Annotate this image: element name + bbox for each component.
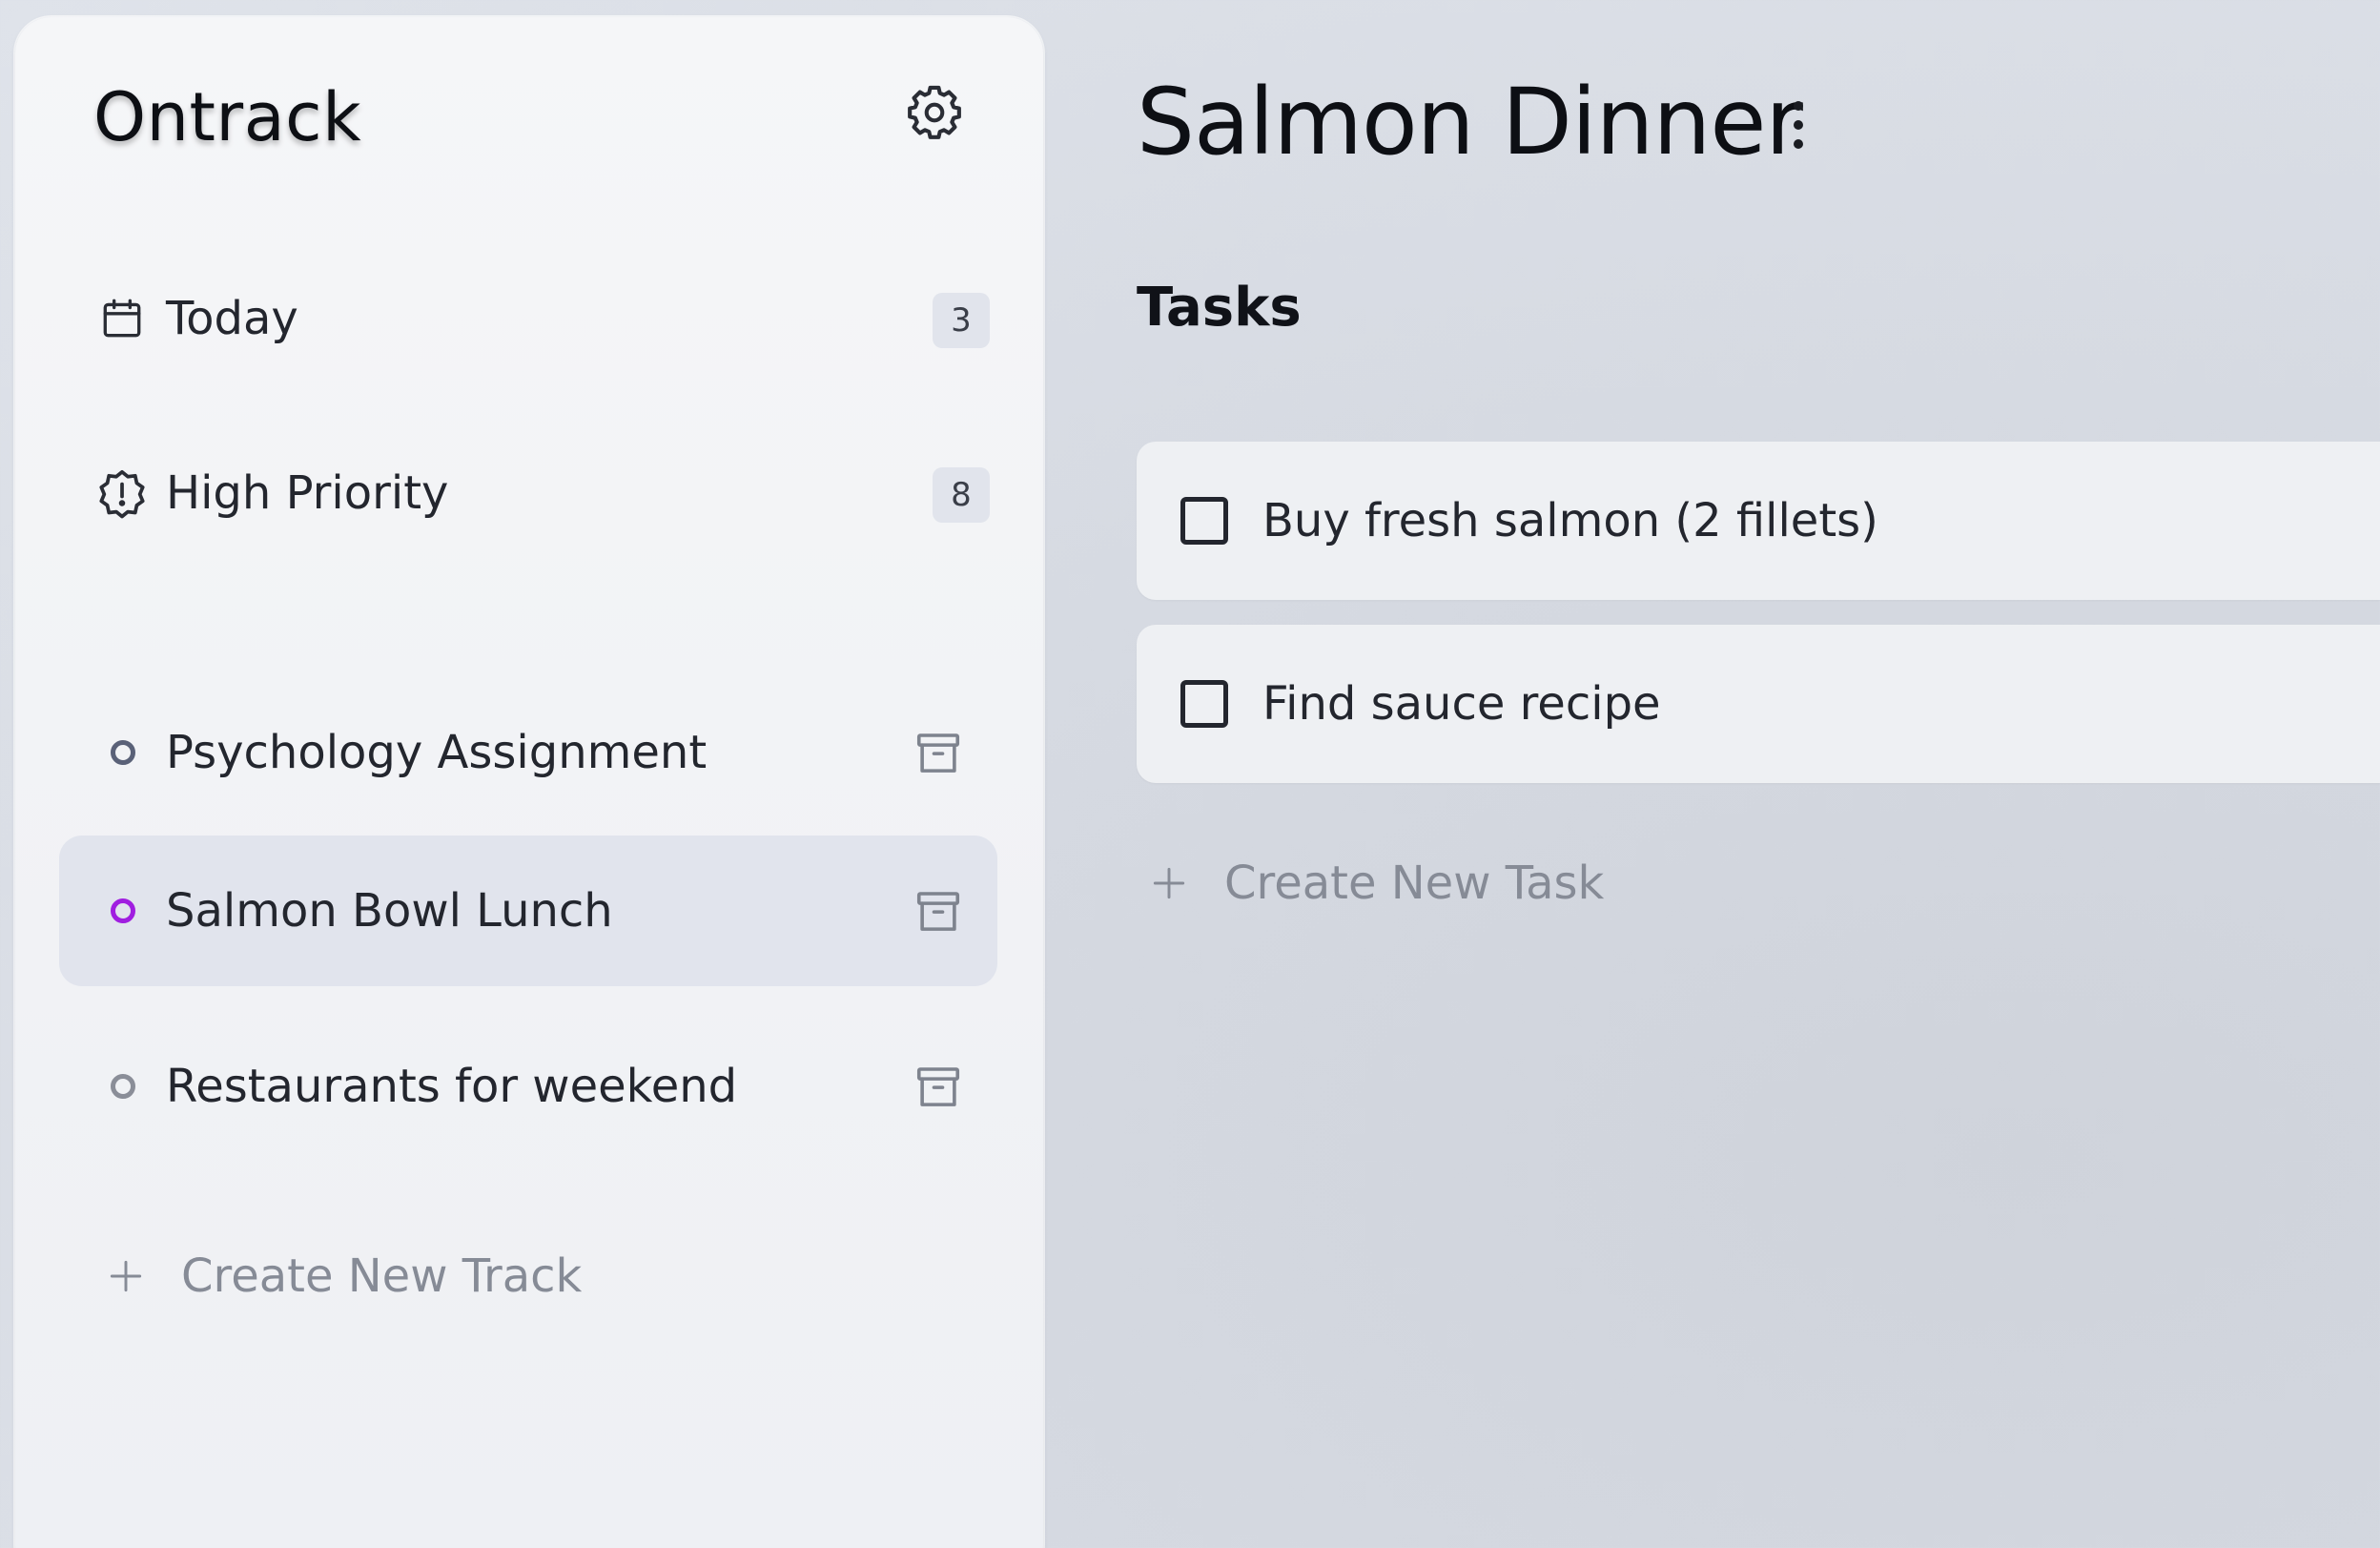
archive-icon[interactable]	[908, 1056, 969, 1117]
more-options-button[interactable]	[1774, 92, 1823, 158]
plus-icon	[1142, 857, 1196, 910]
nav-high-priority-label: High Priority	[166, 466, 449, 520]
task-checkbox[interactable]	[1180, 497, 1228, 545]
track-salmon-bowl-lunch[interactable]: Salmon Bowl Lunch	[59, 836, 997, 986]
task-item: Find sauce recipe	[1137, 625, 2380, 783]
track-status-dot	[111, 740, 135, 765]
create-new-task-label: Create New Task	[1224, 857, 1605, 910]
task-item: Buy fresh salmon (2 fillets)	[1137, 442, 2380, 600]
track-restaurants-for-weekend[interactable]: Restaurants for weekend	[59, 1011, 997, 1162]
nav-today[interactable]: Today 3	[93, 271, 990, 366]
app-title: Ontrack	[93, 78, 362, 156]
more-vertical-icon	[1794, 101, 1803, 111]
sidebar: Ontrack Today 3 High Priority 8 Psycholo…	[15, 17, 1043, 1548]
task-label: Buy fresh salmon (2 fillets)	[1262, 494, 1878, 547]
task-label: Find sauce recipe	[1262, 677, 1661, 731]
track-label: Psychology Assignment	[166, 726, 708, 779]
nav-high-priority[interactable]: High Priority 8	[93, 445, 990, 541]
create-new-track-button[interactable]: Create New Track	[99, 1249, 582, 1303]
create-new-track-label: Create New Track	[181, 1249, 583, 1303]
alert-badge-icon	[93, 464, 151, 522]
more-vertical-icon-dot	[1794, 139, 1803, 149]
track-title: Salmon Dinner	[1137, 69, 1803, 175]
plus-icon	[99, 1249, 153, 1303]
archive-icon[interactable]	[908, 722, 969, 783]
gear-icon	[908, 85, 961, 139]
track-status-dot	[111, 1074, 135, 1099]
nav-today-label: Today	[166, 292, 298, 345]
archive-icon[interactable]	[908, 880, 969, 941]
more-vertical-icon-dot	[1794, 120, 1803, 130]
track-status-dot	[111, 898, 135, 923]
track-label: Restaurants for weekend	[166, 1060, 738, 1113]
tasks-heading: Tasks	[1137, 277, 1302, 339]
nav-high-priority-count: 8	[933, 467, 990, 523]
track-label: Salmon Bowl Lunch	[166, 884, 613, 938]
nav-today-count: 3	[933, 293, 990, 348]
calendar-icon	[93, 290, 151, 347]
settings-button[interactable]	[896, 74, 973, 151]
track-psychology-assignment[interactable]: Psychology Assignment	[59, 677, 997, 828]
create-new-task-button[interactable]: Create New Task	[1142, 857, 1604, 910]
task-checkbox[interactable]	[1180, 680, 1228, 728]
